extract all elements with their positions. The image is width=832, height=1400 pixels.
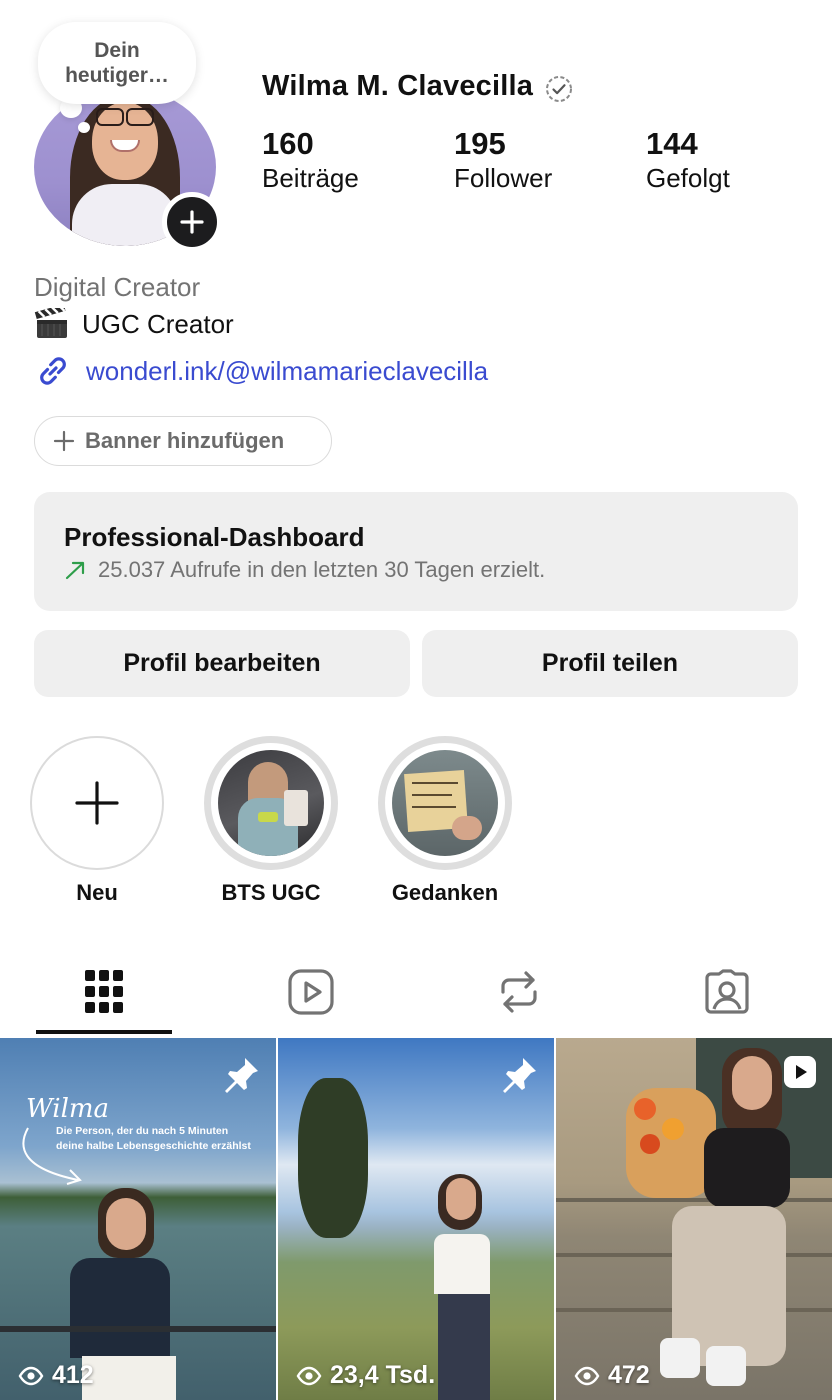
link-icon [40, 357, 66, 385]
highlight-label: Neu [76, 880, 118, 905]
stat-following[interactable]: 144 Gefolgt [646, 126, 730, 194]
eye-icon [296, 1366, 322, 1385]
stat-followers[interactable]: 195 Follower [454, 126, 552, 194]
pin-icon [225, 1058, 258, 1093]
stat-value: 144 [646, 126, 698, 161]
stat-value: 160 [262, 126, 314, 161]
highlight-ring [378, 736, 512, 870]
view-count-text: 23,4 Tsd. [330, 1361, 436, 1389]
grid-post-3[interactable]: 472 [556, 1038, 832, 1400]
verified-badge-icon[interactable] [544, 74, 574, 104]
link-text: wonderl.ink/@wilmamarieclavecilla [86, 355, 489, 386]
highlight-ring [30, 736, 164, 870]
tab-reposts[interactable] [489, 962, 549, 1022]
plus-icon [180, 210, 204, 234]
view-count-text: 472 [608, 1361, 650, 1389]
edit-profile-button[interactable]: Profil bearbeiten [34, 630, 410, 697]
stat-value: 195 [454, 126, 506, 161]
add-story-button[interactable] [162, 192, 222, 252]
stat-label: Gefolgt [646, 163, 730, 193]
profile-link[interactable]: wonderl.ink/@wilmamarieclavecilla [34, 352, 488, 390]
trend-up-arrow-icon [65, 561, 85, 580]
plus-icon [53, 430, 75, 452]
post-overlay-title: Wilma [26, 1094, 110, 1124]
bio-text: UGC Creator [82, 308, 234, 339]
stat-label: Beiträge [262, 163, 359, 193]
arrow-doodle-icon [22, 1127, 82, 1185]
profile-category: Digital Creator [34, 272, 201, 302]
grid-post-1[interactable]: Wilma Die Person, der du nach 5 Minuten … [0, 1038, 276, 1400]
reposts-icon [501, 971, 537, 1013]
highlight-bts-ugc[interactable]: BTS UGC [204, 736, 338, 906]
plus-icon [75, 781, 119, 825]
add-banner-label: Banner hinzufügen [85, 428, 285, 453]
stat-posts[interactable]: 160 Beiträge [262, 126, 359, 194]
eye-icon [18, 1366, 44, 1385]
pin-icon [503, 1058, 536, 1093]
note-thought-bubble[interactable]: Dein heutiger… [38, 22, 196, 104]
dashboard-title: Professional-Dashboard [64, 522, 365, 552]
stat-label: Follower [454, 163, 553, 193]
view-count-text: 412 [52, 1361, 94, 1389]
highlight-new[interactable]: Neu [30, 736, 164, 906]
highlight-gedanken[interactable]: Gedanken [378, 736, 512, 906]
add-banner-button[interactable]: Banner hinzufügen [34, 416, 332, 466]
profile-page: Dein heutiger… Wilma M. Clavecilla 160 B… [0, 0, 832, 1400]
highlight-label: BTS UGC [221, 880, 321, 905]
view-count: 23,4 Tsd. [296, 1361, 435, 1390]
tab-posts-grid[interactable] [74, 962, 134, 1022]
dashboard-subtitle: 25.037 Aufrufe in den letzten 30 Tagen e… [64, 557, 768, 583]
username: Wilma M. Clavecilla [262, 70, 534, 102]
tab-reels[interactable] [281, 962, 341, 1022]
reels-icon [288, 969, 334, 1015]
note-text: Dein heutiger… [65, 39, 169, 87]
eye-icon [574, 1366, 600, 1385]
highlight-cover [218, 750, 324, 856]
clapperboard-icon [34, 308, 67, 338]
highlight-ring [204, 736, 338, 870]
bio-line: UGC Creator [34, 308, 234, 340]
thought-bubble-dot [78, 122, 90, 133]
dashboard-views-text: 25.037 Aufrufe in den letzten 30 Tagen e… [98, 557, 546, 582]
view-count: 472 [574, 1361, 650, 1390]
grid-icon [85, 970, 123, 1013]
highlight-cover [392, 750, 498, 856]
view-count: 412 [18, 1361, 94, 1390]
share-profile-button[interactable]: Profil teilen [422, 630, 798, 697]
tab-tagged[interactable] [697, 962, 757, 1022]
tagged-icon [705, 969, 749, 1014]
active-tab-indicator [36, 1030, 172, 1034]
grid-post-2[interactable]: 23,4 Tsd. [278, 1038, 554, 1400]
reel-icon [784, 1056, 816, 1088]
professional-dashboard[interactable]: Professional-Dashboard 25.037 Aufrufe in… [34, 492, 798, 611]
highlight-label: Gedanken [391, 880, 499, 905]
